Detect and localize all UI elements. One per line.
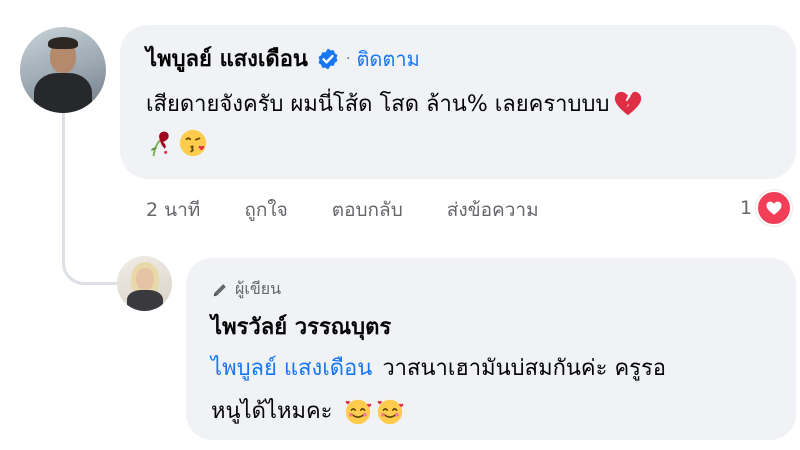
comment-header: ไพบูลย์ แสงเดือน · ติดตาม bbox=[146, 41, 420, 76]
reply-text-line-1: ไพบูลย์ แสงเดือน วาสนาเฮามันบ่สมกันค่ะ ค… bbox=[211, 350, 666, 385]
reaction-count: 1 bbox=[740, 197, 753, 219]
commenter-avatar[interactable] bbox=[20, 27, 106, 113]
face-blowing-kiss-emoji-icon bbox=[179, 129, 207, 157]
smiling-face-with-hearts-emoji-icon bbox=[377, 399, 403, 424]
follow-link[interactable]: ติดตาม bbox=[356, 43, 419, 75]
author-tag-row: ผู้เขียน bbox=[211, 277, 281, 302]
mention-link[interactable]: ไพบูลย์ แสงเดือน bbox=[211, 350, 372, 385]
comment-text: เสียดายจังครับ ผมนี่โส้ด โสด ล้าน% เลยคร… bbox=[146, 92, 610, 117]
pen-icon bbox=[213, 283, 226, 296]
avatar-figure-body bbox=[34, 73, 92, 113]
comment-emoji-line bbox=[146, 128, 208, 158]
comment-actions: 2 นาที ถูกใจ ตอบกลับ ส่งข้อความ bbox=[146, 195, 583, 225]
reaction-summary[interactable]: 1 bbox=[740, 190, 793, 226]
broken-heart-emoji-icon bbox=[615, 91, 642, 115]
reply-button[interactable]: ตอบกลับ bbox=[332, 195, 403, 225]
thread-connector-line bbox=[62, 110, 118, 285]
like-button[interactable]: ถูกใจ bbox=[244, 195, 287, 225]
smiling-face-with-hearts-emoji-icon bbox=[345, 399, 371, 424]
wilted-rose-emoji-icon bbox=[150, 131, 169, 157]
avatar-figure-body bbox=[127, 290, 163, 311]
verified-badge-icon bbox=[318, 48, 338, 69]
reply-author-name[interactable]: ไพรวัลย์ วรรณบุตร bbox=[211, 309, 391, 344]
reply-header: ไพรวัลย์ วรรณบุตร bbox=[211, 309, 391, 344]
avatar-figure-hair bbox=[48, 37, 78, 49]
comment-text-line: เสียดายจังครับ ผมนี่โส้ด โสด ล้าน% เลยคร… bbox=[146, 86, 643, 121]
send-message-button[interactable]: ส่งข้อความ bbox=[447, 195, 539, 225]
reply-text-line-2: หนูได้ไหมคะ bbox=[211, 393, 405, 428]
avatar-figure-head bbox=[136, 268, 154, 290]
comment-timestamp[interactable]: 2 นาที bbox=[146, 195, 200, 225]
heart-icon bbox=[766, 201, 782, 215]
heart-reaction-icon bbox=[756, 190, 793, 226]
reply-text-part-1: วาสนาเฮามันบ่สมกันค่ะ ครูรอ bbox=[382, 356, 667, 381]
header-separator: · bbox=[345, 50, 351, 67]
reply-author-avatar[interactable] bbox=[117, 256, 172, 311]
reply-text-part-2: หนูได้ไหมคะ bbox=[211, 399, 333, 424]
author-tag-label: ผู้เขียน bbox=[235, 279, 282, 298]
comment-author-name[interactable]: ไพบูลย์ แสงเดือน bbox=[146, 41, 308, 76]
